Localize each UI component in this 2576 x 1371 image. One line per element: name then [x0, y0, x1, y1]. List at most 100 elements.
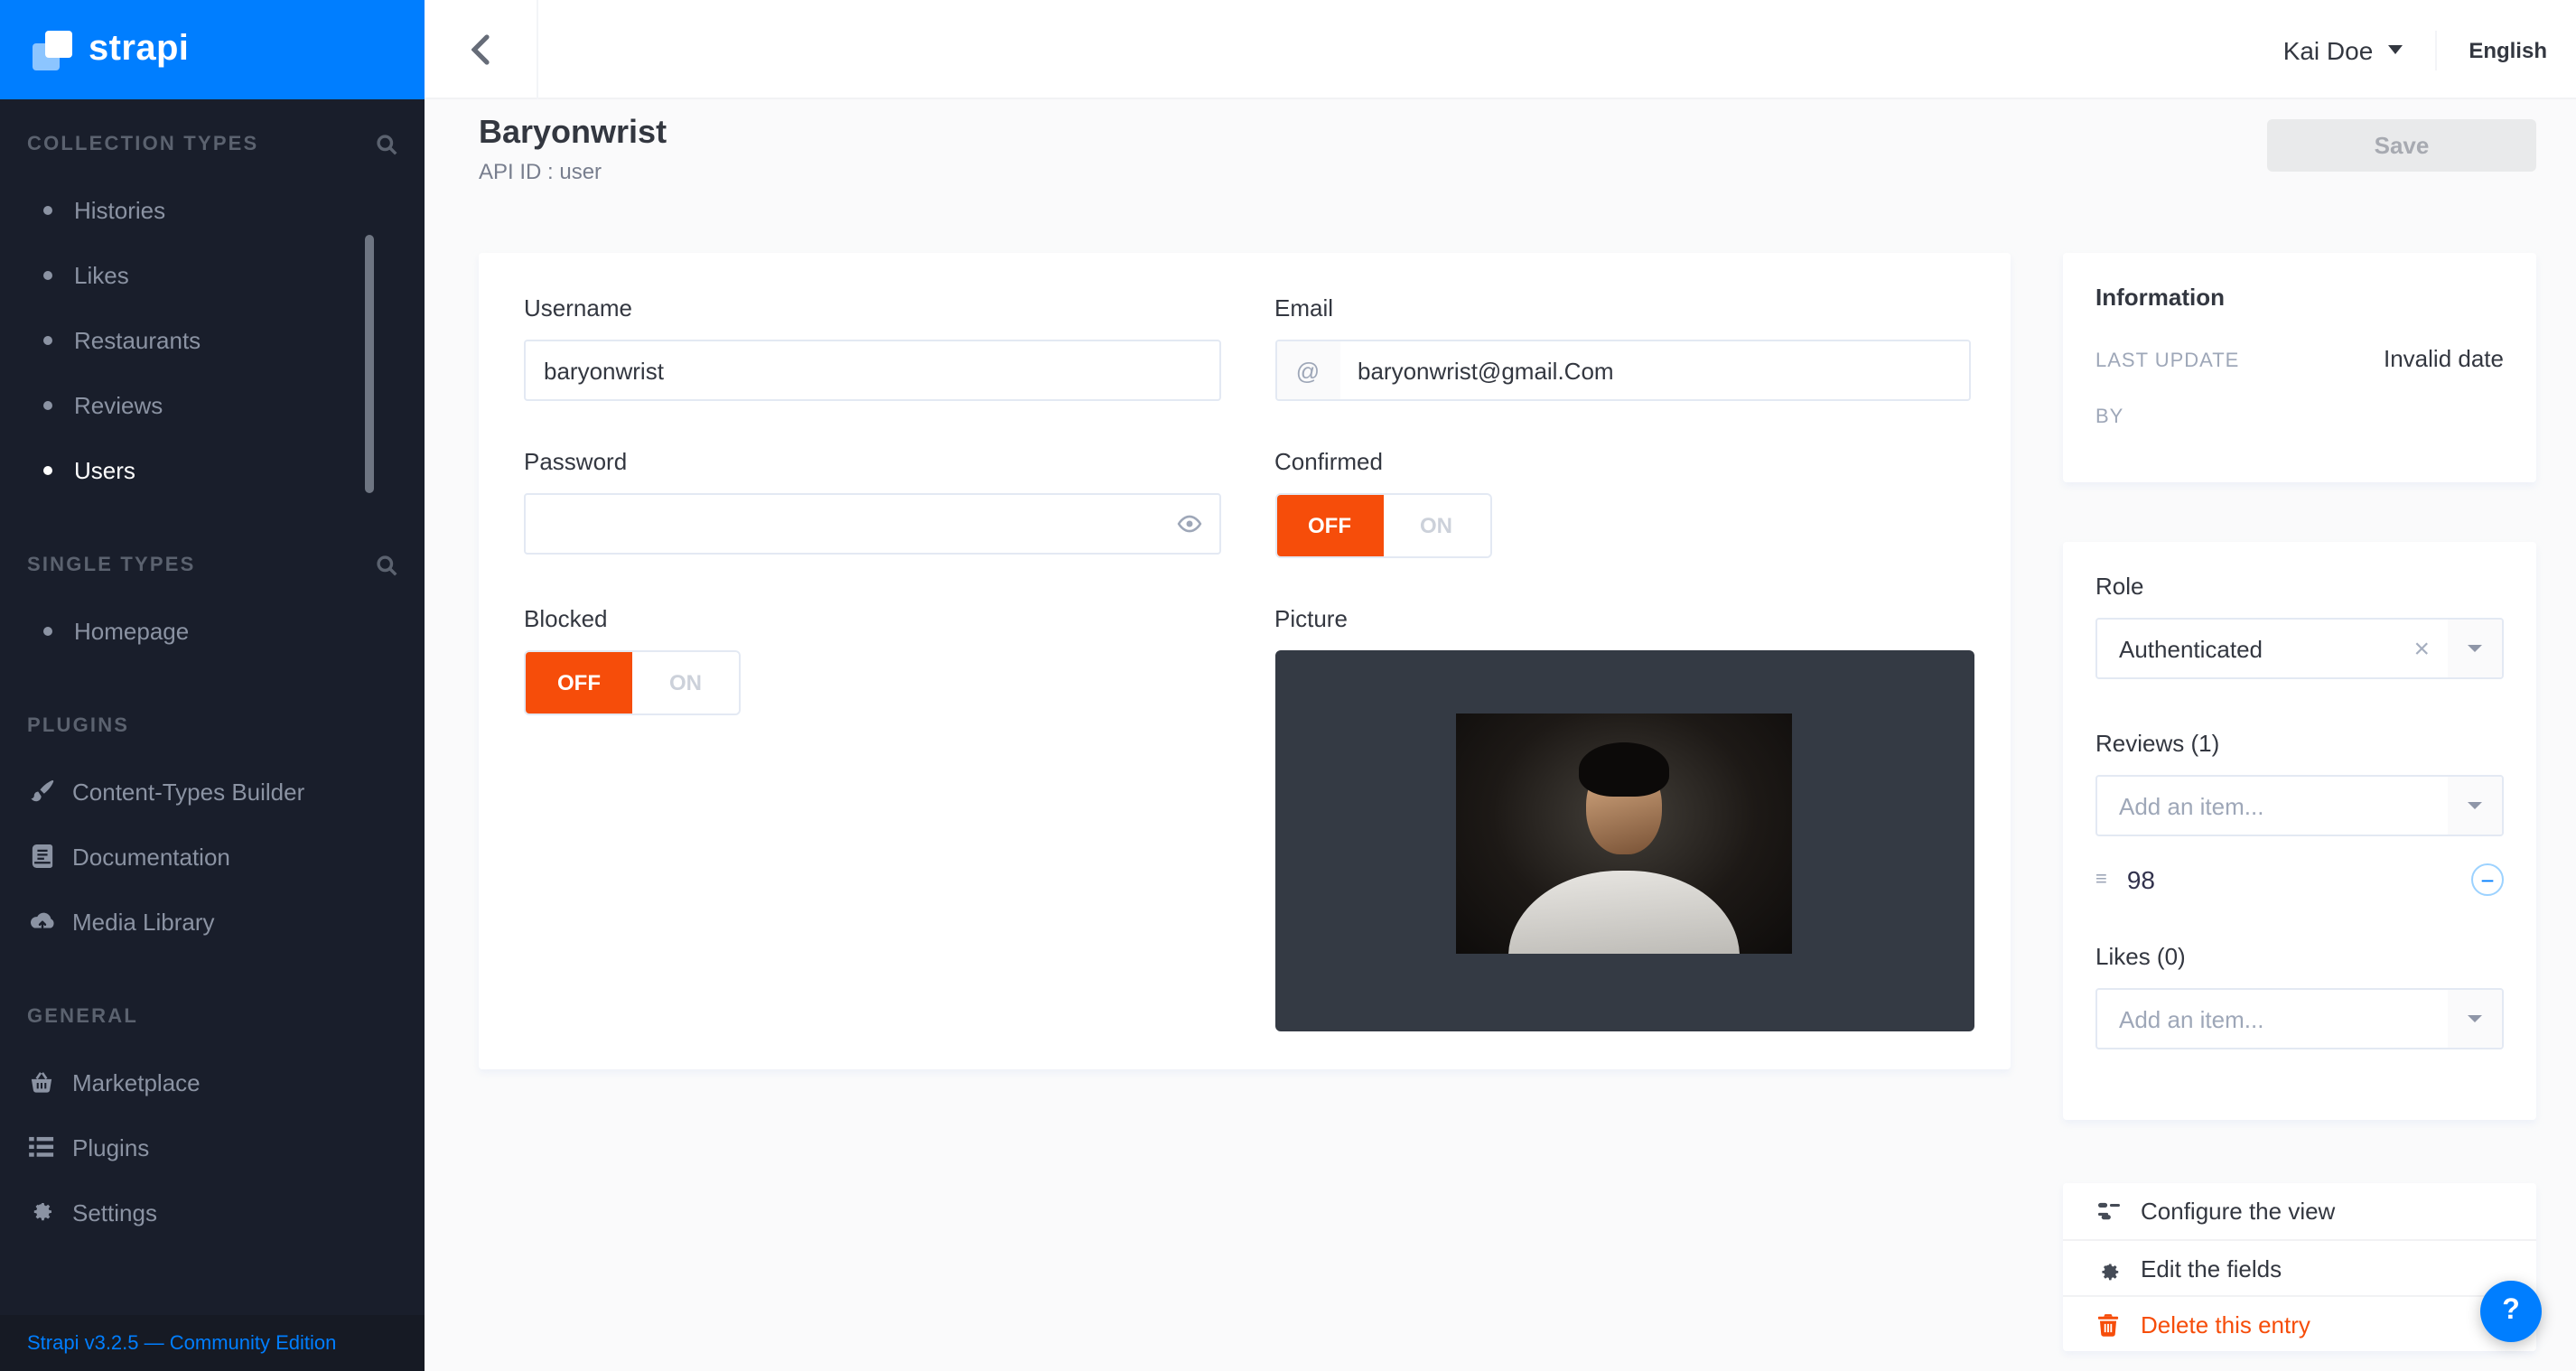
information-title: Information	[2095, 284, 2504, 311]
sidebar-item-users[interactable]: Users	[0, 437, 425, 502]
confirmed-toggle-on[interactable]: ON	[1383, 495, 1489, 556]
sidebar-item-plugins[interactable]: Plugins	[0, 1115, 425, 1180]
last-update-label: LAST UPDATE	[2095, 350, 2239, 372]
dropdown-caret[interactable]	[2448, 777, 2502, 835]
strapi-logo-word: strapi	[89, 29, 189, 70]
trash-icon	[2095, 1312, 2121, 1336]
sidebar-item-marketplace[interactable]: Marketplace	[0, 1049, 425, 1115]
by-row: BY	[2095, 406, 2504, 428]
save-button[interactable]: Save	[2267, 119, 2536, 172]
password-label: Password	[524, 448, 1220, 475]
caret-down-icon	[2468, 645, 2482, 652]
sidebar-item-content-types-builder[interactable]: Content-Types Builder	[0, 759, 425, 824]
role-value: Authenticated	[2097, 635, 2395, 662]
back-button[interactable]	[425, 0, 538, 99]
user-menu[interactable]: Kai Doe	[2283, 35, 2403, 64]
list-icon	[27, 1136, 56, 1158]
confirmed-toggle: OFF ON	[1274, 493, 1491, 558]
password-field	[524, 493, 1220, 555]
chevron-down-icon	[2387, 45, 2402, 54]
clear-icon[interactable]: ×	[2395, 635, 2448, 662]
sidebar-scrollbar[interactable]	[365, 235, 374, 493]
single-types-list: Homepage	[0, 598, 425, 663]
help-button[interactable]: ?	[2480, 1281, 2542, 1342]
collection-types-list: Histories Likes Restaurants Reviews User…	[0, 177, 425, 502]
plugins-header: PLUGINS	[0, 715, 425, 737]
search-icon[interactable]	[376, 555, 397, 576]
bullet-icon	[43, 205, 52, 214]
search-icon[interactable]	[376, 134, 397, 155]
divider	[2434, 30, 2436, 70]
confirmed-toggle-off[interactable]: OFF	[1276, 495, 1383, 556]
sidebar-item-media-library[interactable]: Media Library	[0, 889, 425, 954]
sidebar-item-homepage[interactable]: Homepage	[0, 598, 425, 663]
topbar-right: Kai Doe English	[2283, 0, 2576, 99]
basket-icon	[27, 1070, 56, 1094]
strapi-logo[interactable]: strapi	[0, 0, 425, 99]
reviews-placeholder: Add an item...	[2097, 792, 2448, 819]
remove-review-button[interactable]: −	[2471, 863, 2504, 896]
sidebar: strapi COLLECTION TYPES Histories Likes …	[0, 0, 425, 1371]
review-item-value[interactable]: 98	[2127, 865, 2155, 894]
role-label: Role	[2095, 573, 2504, 600]
password-input[interactable]	[524, 493, 1220, 555]
language-selector[interactable]: English	[2469, 37, 2547, 62]
eye-icon[interactable]	[1175, 514, 1202, 534]
drag-handle-icon[interactable]: ≡	[2095, 870, 2107, 890]
gear-icon	[2095, 1256, 2121, 1280]
general-list: Marketplace Plugins Settings	[0, 1049, 425, 1245]
blocked-label: Blocked	[524, 605, 1220, 632]
strapi-logo-icon	[33, 30, 72, 70]
sidebar-item-histories[interactable]: Histories	[0, 177, 425, 242]
user-photo	[1456, 713, 1792, 954]
version-link[interactable]: Strapi v3.2.5 — Community Edition	[27, 1332, 336, 1354]
by-label: BY	[2095, 406, 2123, 428]
reviews-add-select[interactable]: Add an item...	[2095, 775, 2504, 836]
information-card: Information LAST UPDATE Invalid date BY	[2063, 253, 2536, 482]
configure-view-link[interactable]: Configure the view	[2063, 1183, 2536, 1239]
user-form-card: Username Email @ Password	[479, 253, 2011, 1069]
bullet-icon	[43, 400, 52, 409]
blocked-toggle-on[interactable]: ON	[632, 652, 739, 713]
picture-label: Picture	[1274, 605, 1971, 632]
user-name: Kai Doe	[2283, 35, 2374, 64]
at-icon: @	[1276, 341, 1339, 399]
sidebar-item-reviews[interactable]: Reviews	[0, 372, 425, 437]
brush-icon	[27, 779, 56, 804]
picture-preview[interactable]	[1274, 650, 1974, 1031]
dropdown-caret[interactable]	[2448, 990, 2502, 1048]
bullet-icon	[43, 465, 52, 474]
sidebar-item-likes[interactable]: Likes	[0, 242, 425, 307]
sidebar-item-restaurants[interactable]: Restaurants	[0, 307, 425, 372]
likes-add-select[interactable]: Add an item...	[2095, 988, 2504, 1049]
page-title: Baryonwrist	[479, 114, 667, 152]
chevron-left-icon	[471, 34, 490, 65]
edit-fields-link[interactable]: Edit the fields	[2063, 1239, 2536, 1295]
single-types-header: SINGLE TYPES	[0, 555, 425, 576]
sidebar-footer: Strapi v3.2.5 — Community Edition	[0, 1315, 425, 1371]
bullet-icon	[43, 626, 52, 635]
caret-down-icon	[2468, 1015, 2482, 1022]
reviews-label: Reviews (1)	[2095, 730, 2504, 757]
confirmed-label: Confirmed	[1274, 448, 1971, 475]
content-area: Baryonwrist API ID : user Save Username …	[425, 99, 2576, 1371]
last-update-value: Invalid date	[2384, 345, 2504, 372]
email-label: Email	[1274, 294, 1971, 322]
likes-label: Likes (0)	[2095, 943, 2504, 970]
blocked-toggle: OFF ON	[524, 650, 741, 715]
likes-placeholder: Add an item...	[2097, 1005, 2448, 1032]
bullet-icon	[43, 270, 52, 279]
general-header: GENERAL	[0, 1006, 425, 1028]
email-field: @	[1274, 340, 1971, 401]
dropdown-caret[interactable]	[2448, 620, 2502, 677]
sidebar-item-documentation[interactable]: Documentation	[0, 824, 425, 889]
username-input[interactable]	[524, 340, 1220, 401]
blocked-toggle-off[interactable]: OFF	[526, 652, 632, 713]
last-update-row: LAST UPDATE Invalid date	[2095, 345, 2504, 372]
delete-entry-link[interactable]: Delete this entry	[2063, 1295, 2536, 1351]
app-window: strapi COLLECTION TYPES Histories Likes …	[0, 0, 2576, 1371]
email-input[interactable]	[1339, 341, 1969, 399]
page-subtitle: API ID : user	[479, 159, 602, 184]
role-select[interactable]: Authenticated ×	[2095, 618, 2504, 679]
sidebar-item-settings[interactable]: Settings	[0, 1180, 425, 1245]
